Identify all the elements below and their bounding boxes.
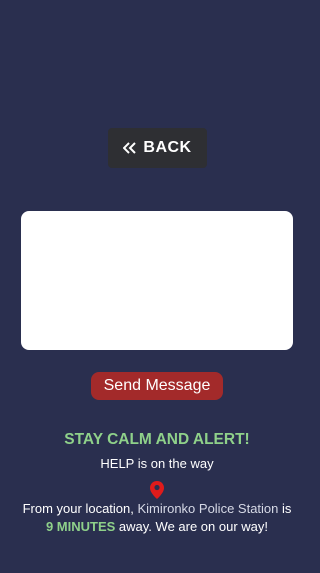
location-info: From your location, Kimironko Police Sta… <box>10 500 304 536</box>
info-mid: is <box>278 501 292 516</box>
police-station-name: Kimironko Police Station <box>137 501 279 516</box>
send-message-button[interactable]: Send Message <box>91 372 223 400</box>
back-button[interactable]: BACK <box>108 128 207 168</box>
info-prefix: From your location, <box>22 501 138 516</box>
message-input[interactable] <box>21 211 293 350</box>
info-suffix: away. We are on our way! <box>115 519 269 534</box>
help-on-the-way-text: HELP is on the way <box>100 456 214 471</box>
location-pin-icon <box>150 481 164 499</box>
emergency-screen: BACK Send Message STAY CALM AND ALERT! H… <box>0 0 314 573</box>
double-chevron-left-icon <box>122 142 137 154</box>
send-message-label: Send Message <box>103 377 211 394</box>
back-label: BACK <box>143 139 192 156</box>
eta-minutes: 9 MINUTES <box>45 519 116 534</box>
stay-calm-headline: STAY CALM AND ALERT! <box>64 431 250 448</box>
